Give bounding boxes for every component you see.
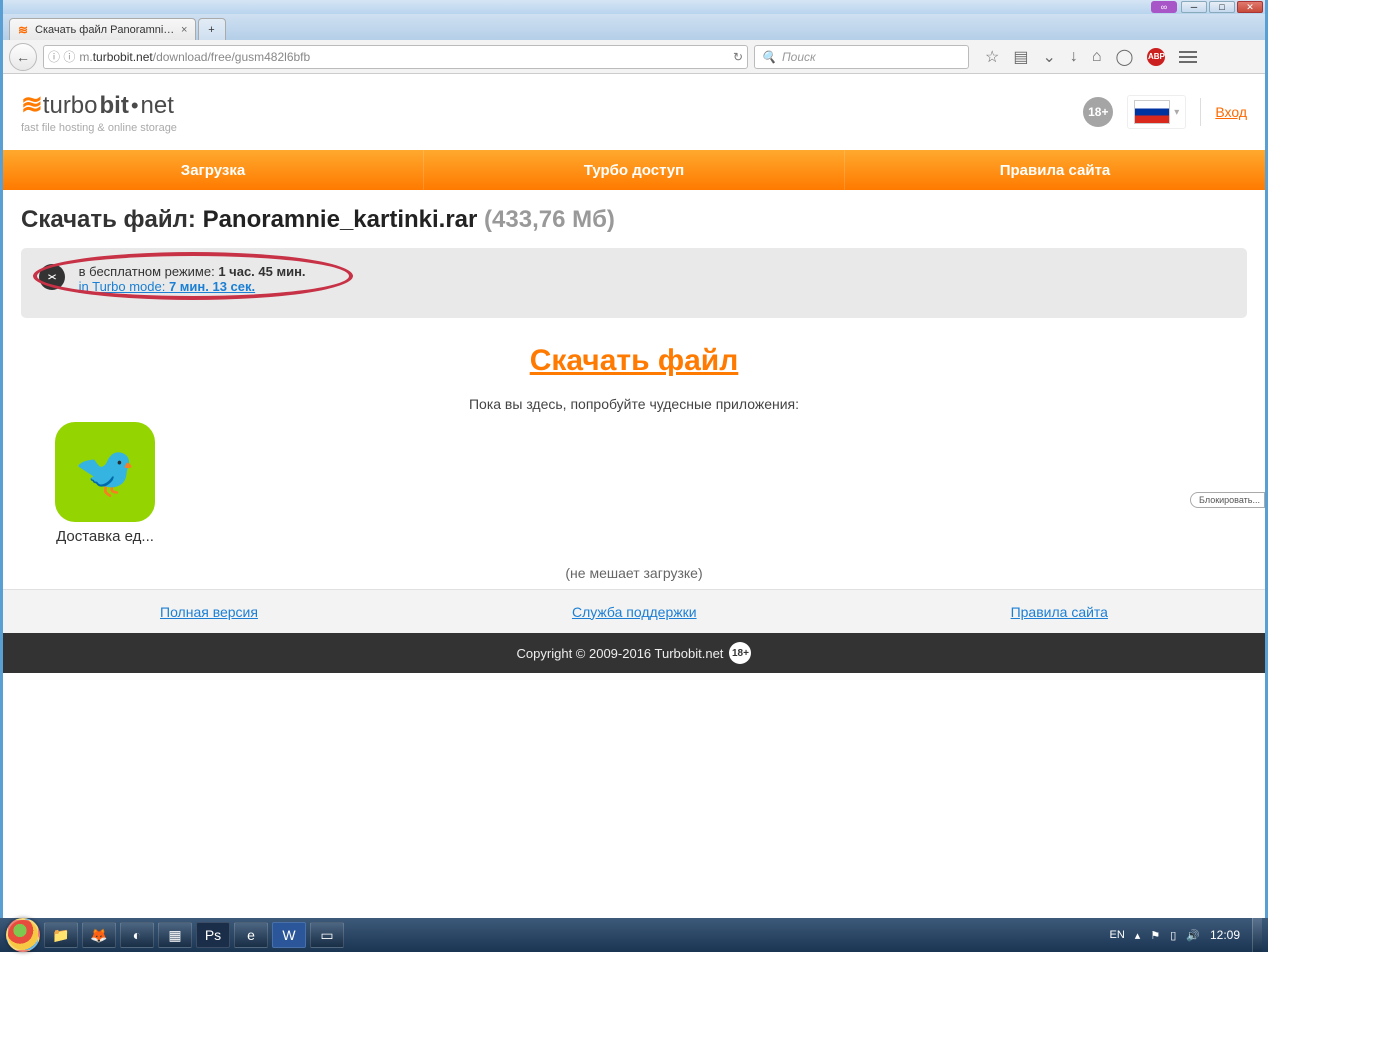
menu-item-turbo[interactable]: Турбо доступ bbox=[424, 150, 845, 190]
copyright-bar: Copyright © 2009-2016 Turbobit.net 18+ bbox=[3, 633, 1265, 673]
flag-ru-icon bbox=[1134, 100, 1170, 124]
app-name: Доставка ед... bbox=[51, 528, 159, 545]
chat-icon[interactable]: ◯ bbox=[1116, 47, 1134, 67]
plus-icon: + bbox=[208, 24, 214, 36]
turbo-mode-link[interactable]: in Turbo mode: 7 мин. 13 сек. bbox=[79, 279, 256, 294]
pocket-icon[interactable]: ⌄ bbox=[1042, 47, 1055, 67]
home-icon[interactable]: ⌂ bbox=[1092, 48, 1102, 66]
start-button[interactable] bbox=[6, 918, 40, 952]
browser-nav-bar: ← ⓘ ⓘ m.turbobit.net/download/free/gusm4… bbox=[3, 40, 1265, 74]
tray-flag-icon[interactable]: ⚑ bbox=[1150, 929, 1160, 942]
tray-chevron-up-icon[interactable]: ▴ bbox=[1135, 929, 1141, 942]
download-info-box: в бесплатном режиме: 1 час. 45 мин. in T… bbox=[21, 248, 1247, 318]
clock-icon bbox=[39, 264, 65, 290]
footer-links: Полная версия Служба поддержки Правила с… bbox=[3, 589, 1265, 633]
page-content: ≋ turbobit•net fast file hosting & onlin… bbox=[3, 74, 1265, 949]
login-link[interactable]: Вход bbox=[1215, 104, 1247, 120]
window-maximize-button[interactable]: □ bbox=[1209, 1, 1235, 13]
site-header: ≋ turbobit•net fast file hosting & onlin… bbox=[3, 74, 1265, 150]
download-title: Скачать файл: Panoramnie_kartinki.rar (4… bbox=[21, 206, 1247, 234]
taskbar-app-icon[interactable]: ◐ bbox=[120, 922, 154, 948]
site-logo[interactable]: ≋ turbobit•net fast file hosting & onlin… bbox=[21, 91, 177, 134]
windows-taskbar: 📁 🦊 ◐ ▦ Ps e W ▭ EN ▴ ⚑ ▯ 🔊 12:09 bbox=[0, 918, 1268, 952]
block-button[interactable]: Блокировать... bbox=[1190, 492, 1265, 508]
reload-icon[interactable]: ↻ bbox=[733, 50, 743, 64]
age-badge: 18+ bbox=[1083, 97, 1113, 127]
site-identity-icon[interactable]: ⓘ ⓘ bbox=[48, 48, 75, 65]
logo-tagline: fast file hosting & online storage bbox=[21, 122, 177, 134]
main-menu: Загрузка Турбо доступ Правила сайта bbox=[3, 150, 1265, 190]
taskbar-app-icon[interactable]: ▦ bbox=[158, 922, 192, 948]
browser-tab-active[interactable]: ≋ Скачать файл Panoramnie... × bbox=[9, 18, 196, 40]
free-mode-time: в бесплатном режиме: 1 час. 45 мин. bbox=[79, 264, 306, 279]
menu-hamburger-icon[interactable] bbox=[1179, 51, 1197, 63]
ostrich-icon: 🐦 bbox=[74, 443, 136, 502]
download-file-link[interactable]: Скачать файл bbox=[21, 344, 1247, 378]
footer-link-full-version[interactable]: Полная версия bbox=[160, 604, 258, 620]
utility-badge[interactable]: ∞ bbox=[1151, 1, 1177, 13]
footer-link-support[interactable]: Служба поддержки bbox=[572, 604, 697, 620]
taskbar-app-icon[interactable]: ▭ bbox=[310, 922, 344, 948]
tray-lang[interactable]: EN bbox=[1110, 929, 1125, 941]
tab-favicon: ≋ bbox=[16, 23, 30, 37]
browser-tab-strip: ≋ Скачать файл Panoramnie... × + bbox=[3, 14, 1265, 40]
app-icon: 🐦 bbox=[55, 422, 155, 522]
language-selector[interactable]: ▾ bbox=[1127, 95, 1186, 129]
app-tile[interactable]: 🐦 Доставка ед... bbox=[51, 422, 159, 545]
taskbar-explorer-icon[interactable]: 📁 bbox=[44, 922, 78, 948]
search-bar[interactable]: 🔍 Поиск bbox=[754, 45, 969, 69]
tray-volume-icon[interactable]: 🔊 bbox=[1186, 929, 1200, 942]
tray-clock[interactable]: 12:09 bbox=[1210, 928, 1240, 942]
abp-icon[interactable]: ABP bbox=[1147, 48, 1165, 66]
window-minimize-button[interactable]: ─ bbox=[1181, 1, 1207, 13]
taskbar-photoshop-icon[interactable]: Ps bbox=[196, 922, 230, 948]
apps-intro-text: Пока вы здесь, попробуйте чудесные прило… bbox=[21, 396, 1247, 412]
no-interfere-note: (не мешает загрузке) bbox=[21, 565, 1247, 581]
menu-item-rules[interactable]: Правила сайта bbox=[845, 150, 1265, 190]
taskbar-word-icon[interactable]: W bbox=[272, 922, 306, 948]
url-text: m.turbobit.net/download/free/gusm482l6bf… bbox=[79, 50, 310, 64]
downloads-icon[interactable]: ↓ bbox=[1070, 48, 1078, 66]
footer-link-rules[interactable]: Правила сайта bbox=[1011, 604, 1108, 620]
chevron-down-icon: ▾ bbox=[1174, 107, 1179, 118]
window-title-bar: ∞ ─ □ ✕ bbox=[3, 0, 1265, 14]
tab-title: Скачать файл Panoramnie... bbox=[35, 24, 175, 36]
clipboard-icon[interactable]: ▤ bbox=[1013, 47, 1028, 67]
search-icon: 🔍 bbox=[761, 50, 776, 64]
tab-close-icon[interactable]: × bbox=[181, 24, 187, 36]
bookmark-star-icon[interactable]: ☆ bbox=[985, 47, 999, 67]
taskbar-ie-icon[interactable]: e bbox=[234, 922, 268, 948]
new-tab-button[interactable]: + bbox=[198, 18, 226, 40]
window-close-button[interactable]: ✕ bbox=[1237, 1, 1263, 13]
search-placeholder: Поиск bbox=[782, 50, 816, 64]
show-desktop-button[interactable] bbox=[1252, 918, 1262, 952]
menu-item-upload[interactable]: Загрузка bbox=[3, 150, 424, 190]
back-button[interactable]: ← bbox=[9, 43, 37, 71]
taskbar-firefox-icon[interactable]: 🦊 bbox=[82, 922, 116, 948]
url-bar[interactable]: ⓘ ⓘ m.turbobit.net/download/free/gusm482… bbox=[43, 45, 748, 69]
divider bbox=[1200, 98, 1201, 126]
tray-network-icon[interactable]: ▯ bbox=[1170, 929, 1176, 942]
age-badge-footer: 18+ bbox=[729, 642, 751, 664]
system-tray: EN ▴ ⚑ ▯ 🔊 12:09 bbox=[1110, 928, 1244, 942]
logo-chevrons-icon: ≋ bbox=[21, 91, 37, 117]
